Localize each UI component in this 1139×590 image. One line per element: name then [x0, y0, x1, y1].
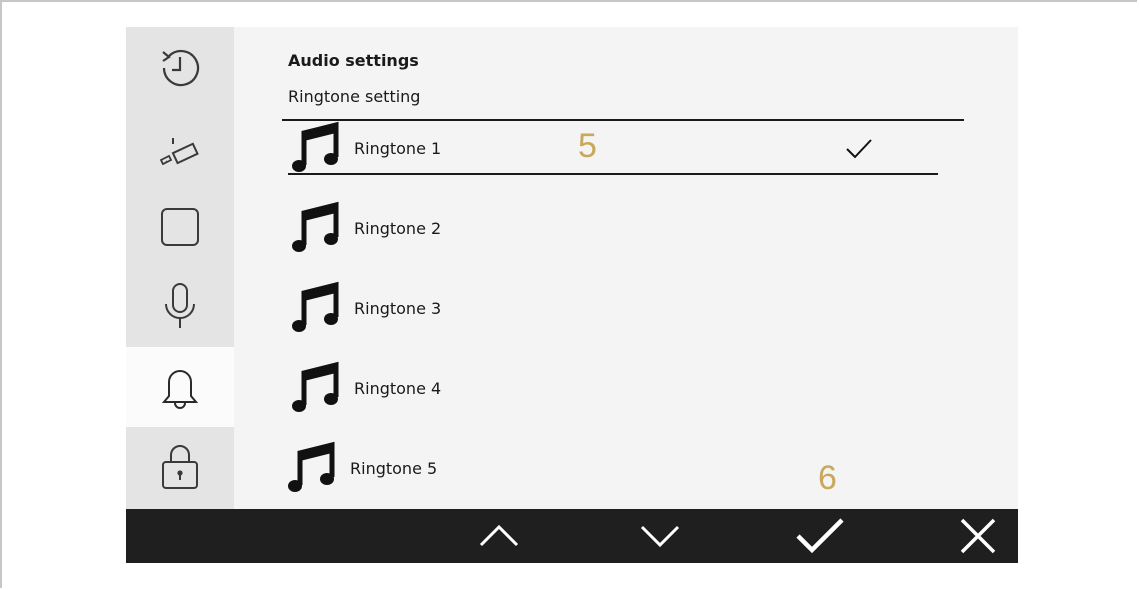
ringtone-label: Ringtone 3	[354, 299, 442, 318]
music-note-icon	[292, 121, 339, 172]
music-note-icon	[288, 441, 335, 492]
selection-bottom-line	[288, 173, 938, 175]
callout-5: 5	[578, 127, 597, 165]
sidebar-item-security[interactable]	[126, 427, 234, 507]
chevron-up-icon	[479, 524, 519, 547]
ringtone-label: Ringtone 4	[354, 379, 442, 398]
ringtone-item-5[interactable]: Ringtone 5	[284, 439, 984, 499]
ringtone-item-3[interactable]: Ringtone 3	[288, 279, 988, 339]
scroll-up-button[interactable]	[469, 509, 529, 563]
sidebar-item-history[interactable]	[126, 27, 234, 107]
confirm-button[interactable]	[790, 509, 850, 563]
section-subtitle: Ringtone setting	[288, 87, 421, 106]
callout-6: 6	[818, 459, 837, 497]
selected-check-icon	[846, 139, 872, 159]
ringtone-item-4[interactable]: Ringtone 4	[288, 359, 988, 419]
camera-icon	[159, 138, 199, 166]
close-icon	[960, 518, 996, 554]
music-note-icon	[292, 201, 339, 252]
lock-icon	[162, 445, 198, 489]
bottom-action-bar	[126, 509, 1018, 563]
ringtone-label: Ringtone 1	[354, 139, 442, 158]
ringtone-item-1[interactable]: Ringtone 1	[288, 119, 988, 179]
bell-icon	[161, 370, 199, 409]
sidebar-item-display[interactable]	[126, 187, 234, 267]
sidebar-item-microphone[interactable]	[126, 267, 234, 347]
music-note-icon	[292, 281, 339, 332]
sidebar	[126, 27, 234, 509]
square-icon	[161, 208, 199, 246]
ringtone-item-2[interactable]: Ringtone 2	[288, 199, 988, 259]
check-icon	[796, 518, 844, 554]
scroll-down-button[interactable]	[630, 509, 690, 563]
sidebar-item-audio[interactable]	[126, 347, 234, 427]
page-title: Audio settings	[288, 51, 419, 70]
ringtone-settings: Audio settings Ringtone setting Ringtone…	[282, 27, 1018, 509]
sidebar-item-camera[interactable]	[126, 107, 234, 187]
music-note-icon	[292, 361, 339, 412]
device-screen: Audio settings Ringtone setting Ringtone…	[126, 27, 1018, 563]
history-icon	[162, 49, 200, 87]
close-button[interactable]	[948, 509, 1008, 563]
ringtone-label: Ringtone 5	[350, 459, 438, 478]
ringtone-label: Ringtone 2	[354, 219, 442, 238]
microphone-icon	[165, 283, 195, 328]
chevron-down-icon	[640, 525, 680, 548]
